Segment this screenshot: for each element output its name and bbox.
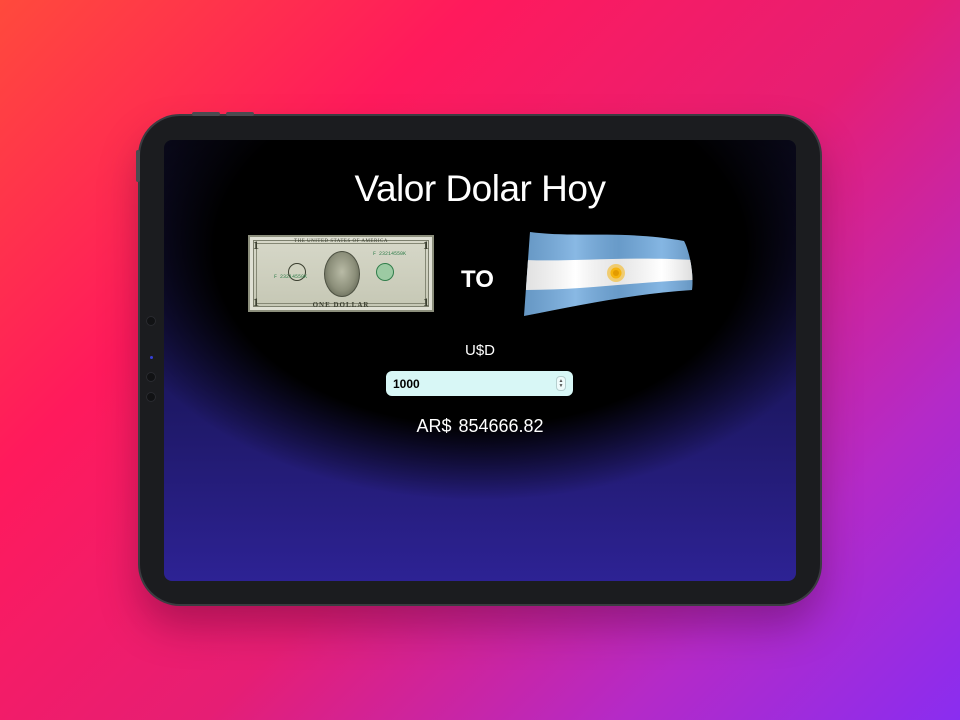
sensor-dot xyxy=(146,392,156,402)
bill-serial: F 23214550K xyxy=(372,251,406,257)
tablet-frame: Valor Dolar Hoy 1 1 1 1 THE UNITED STATE… xyxy=(136,112,820,604)
bill-denomination: 1 xyxy=(253,238,259,252)
result-value: 854666.82 xyxy=(458,416,544,436)
sensor-dot xyxy=(146,372,156,382)
volume-down-button xyxy=(226,112,254,116)
bill-serial: F 23214550K xyxy=(274,274,308,280)
treasury-seal xyxy=(376,263,394,281)
bill-header-text: THE UNITED STATES OF AMERICA xyxy=(294,239,388,244)
input-currency-label: U$D xyxy=(464,342,495,359)
volume-up-button xyxy=(192,112,220,116)
sun-of-may-icon xyxy=(607,264,625,282)
to-label: TO xyxy=(461,266,494,293)
page-title: Valor Dolar Hoy xyxy=(354,168,606,209)
bill-denomination: 1 xyxy=(423,238,429,252)
number-stepper[interactable]: ▲ ▼ xyxy=(557,377,565,390)
result-currency: AR$ xyxy=(416,416,452,436)
chevron-down-icon[interactable]: ▼ xyxy=(559,383,564,389)
dollar-amount-input[interactable] xyxy=(386,371,573,396)
camera-lens xyxy=(146,316,156,326)
conversion-result: AR$ 854666.82 xyxy=(164,416,796,437)
bill-footer-text: ONE DOLLAR xyxy=(312,301,370,309)
power-button xyxy=(136,150,140,182)
camera-indicator xyxy=(150,356,153,359)
bill-portrait xyxy=(324,251,360,297)
us-dollar-bill-image: 1 1 1 1 THE UNITED STATES OF AMERICA F 2… xyxy=(248,235,434,312)
app-screen: Valor Dolar Hoy 1 1 1 1 THE UNITED STATE… xyxy=(164,140,796,581)
argentina-flag-image xyxy=(524,232,693,316)
